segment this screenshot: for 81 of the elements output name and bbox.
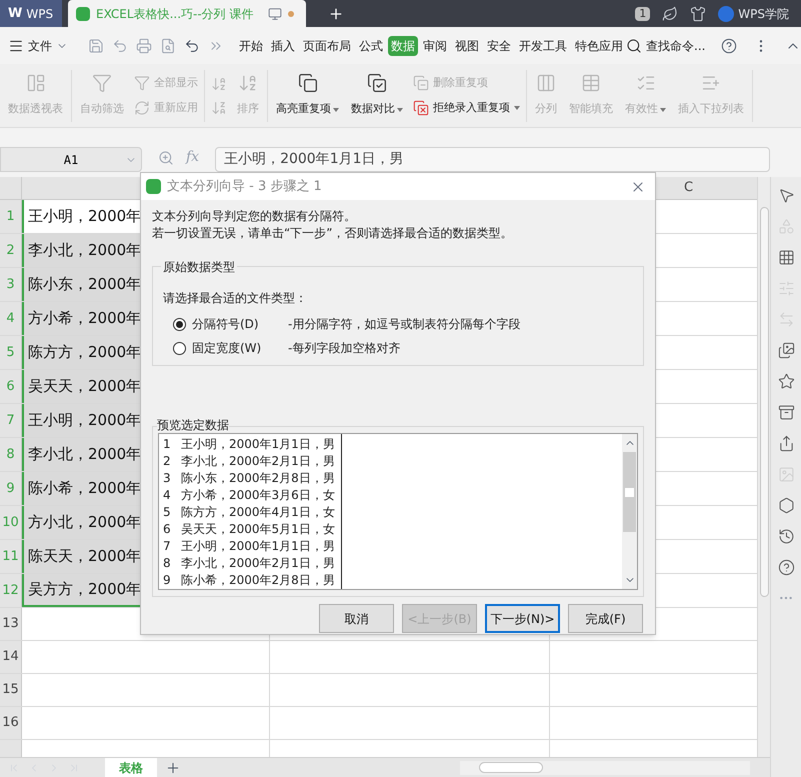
- copy-minus-icon: [413, 75, 429, 92]
- ribbon-button[interactable]: 数据对比: [349, 73, 405, 118]
- menu-tab[interactable]: 开始: [236, 36, 266, 56]
- app-tab[interactable]: W WPS: [0, 0, 62, 27]
- line-number: 4: [162, 486, 172, 504]
- refresh-icon: [134, 100, 150, 116]
- images-icon[interactable]: [778, 342, 794, 359]
- save-icon[interactable]: [88, 38, 104, 54]
- line-number: 6: [162, 520, 172, 538]
- monitor-icon: [268, 6, 282, 20]
- command-search[interactable]: 查找命令...: [626, 36, 706, 54]
- line-number: 3: [162, 470, 172, 486]
- dialog-button[interactable]: 下一步(N)>: [485, 604, 560, 633]
- dialog-button[interactable]: 完成(F): [568, 604, 643, 633]
- new-tab-icon[interactable]: [328, 6, 344, 22]
- help-icon[interactable]: [721, 38, 738, 54]
- spreadsheet-logo-icon: [76, 6, 90, 20]
- ribbon-button[interactable]: 拒绝录入重复项: [413, 100, 520, 116]
- line-number: 1: [162, 436, 172, 452]
- preview-icon[interactable]: [160, 38, 176, 54]
- horizontal-scrollbar[interactable]: [460, 760, 750, 774]
- line-number: 5: [162, 504, 172, 520]
- table-icon: [581, 73, 601, 94]
- undo-icon[interactable]: [184, 38, 200, 54]
- name-box[interactable]: A1: [0, 147, 142, 172]
- sort-descending-icon: [211, 100, 227, 116]
- academy-logo-icon: [718, 6, 734, 22]
- row-header[interactable]: 14: [0, 641, 22, 673]
- row-header[interactable]: 16: [0, 707, 22, 739]
- help-icon[interactable]: [778, 559, 794, 576]
- scroll-thumb[interactable]: [625, 488, 634, 496]
- file-menu[interactable]: 文件: [4, 36, 72, 54]
- spreadsheet-logo-icon: [146, 179, 161, 194]
- star-icon[interactable]: [778, 373, 794, 390]
- formula-field[interactable]: 王小明，2000年1月1日，男: [215, 147, 770, 172]
- share-icon[interactable]: [778, 435, 794, 452]
- columns-icon: [536, 73, 556, 94]
- group-title: 原始数据类型: [161, 258, 237, 276]
- row-header[interactable]: 13: [0, 608, 22, 640]
- menu-tab[interactable]: 特色应用: [572, 36, 626, 56]
- grid-icon[interactable]: [778, 249, 794, 266]
- archive-icon[interactable]: [778, 404, 794, 421]
- funnel-icon: [134, 75, 150, 92]
- row-header[interactable]: 15: [0, 674, 22, 706]
- vertical-scrollbar[interactable]: [757, 177, 770, 757]
- zoom-icon[interactable]: [158, 150, 174, 166]
- copy-x-icon: [413, 100, 429, 116]
- sort-icon: [238, 73, 258, 94]
- hexagon-icon[interactable]: [778, 497, 794, 514]
- radio-button[interactable]: [173, 318, 186, 330]
- shirt-icon[interactable]: [690, 6, 706, 22]
- pointer-icon[interactable]: [778, 187, 794, 204]
- column-header[interactable]: C: [684, 178, 694, 198]
- printer-icon[interactable]: [136, 38, 152, 54]
- dialog-title: 文本分列向导 - 3 步骤之 1: [167, 178, 322, 196]
- panel-icon: [26, 73, 46, 94]
- window-count-badge[interactable]: 1: [635, 6, 650, 20]
- dialog-button[interactable]: 取消: [319, 604, 394, 633]
- radio-button[interactable]: [173, 342, 186, 354]
- line-number: 9: [162, 572, 172, 588]
- line-number: 2: [162, 452, 172, 470]
- menu-tab[interactable]: 页面布局: [300, 36, 354, 56]
- preview-title: 预览选定数据: [157, 418, 229, 432]
- menu-tab[interactable]: 插入: [268, 36, 298, 56]
- funnel-icon: [92, 73, 112, 94]
- menu-tab[interactable]: 审阅: [420, 36, 450, 56]
- search-icon: [626, 38, 642, 54]
- menu-tab[interactable]: 公式: [356, 36, 386, 56]
- line-number: 7: [162, 538, 172, 554]
- menu-tab[interactable]: 开发工具: [516, 36, 570, 56]
- menu-tab[interactable]: 视图: [452, 36, 482, 56]
- leaf-icon[interactable]: [662, 6, 678, 22]
- line-number: 8: [162, 554, 172, 572]
- copy-icon: [298, 73, 318, 94]
- menu-tab[interactable]: 安全: [484, 36, 514, 56]
- academy-link[interactable]: WPS学院: [738, 4, 789, 22]
- sort-ascending-icon: [211, 76, 227, 92]
- copy-check-icon: [367, 73, 387, 94]
- history-icon[interactable]: [778, 528, 794, 545]
- preview-scrollbar[interactable]: [622, 434, 637, 589]
- ribbon-button[interactable]: 高亮重复项: [274, 73, 341, 118]
